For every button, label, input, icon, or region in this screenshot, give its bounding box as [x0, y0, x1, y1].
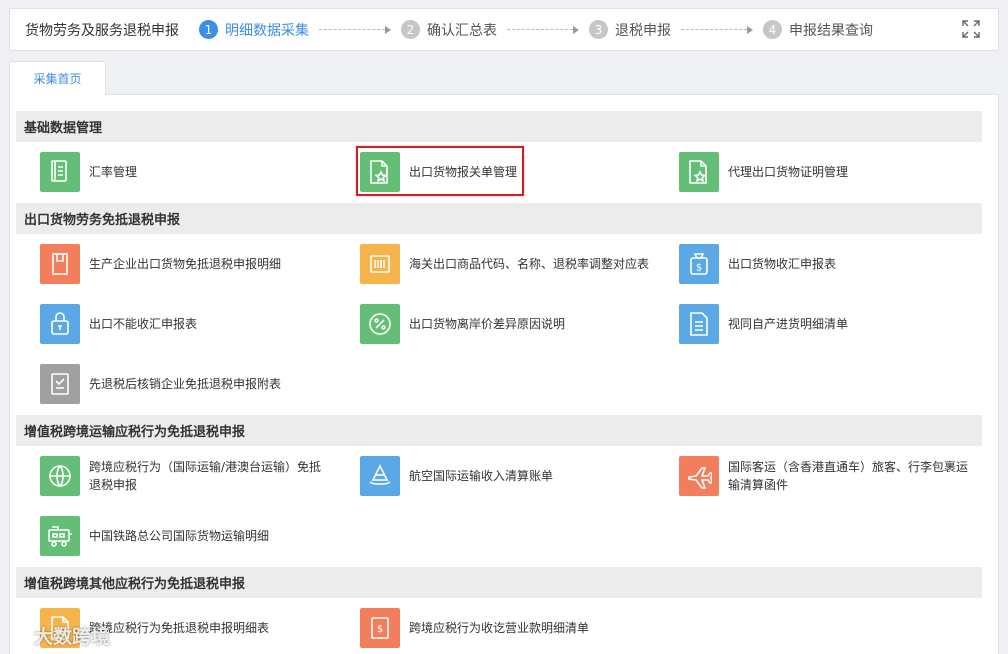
menu-item-label: 出口货物离岸价差异原因说明 [409, 317, 566, 331]
menu-item-label: 国际客运（含香港直通车）旅客、行李包裹运输清算函件 [728, 460, 969, 492]
step-arrow [319, 25, 391, 34]
step-1[interactable]: 1 明细数据采集 [199, 20, 309, 40]
section-header-basic-data: 基础数据管理 [16, 111, 982, 142]
document-star-icon [360, 152, 400, 192]
menu-item-label: 航空国际运输收入清算账单 [409, 469, 554, 483]
barcode-icon [360, 244, 400, 284]
document-star-icon [679, 152, 719, 192]
tab-collect-home[interactable]: 采集首页 [9, 61, 106, 95]
app-title: 货物劳务及服务退税申报 [25, 22, 179, 39]
step-number: 4 [763, 20, 782, 39]
menu-item-label: 先退税后核销企业免抵退税申报附表 [89, 377, 282, 391]
menu-item-refund-first-schedule[interactable]: 先退税后核销企业免抵退税申报附表 [40, 364, 330, 404]
menu-item-production-export-detail[interactable]: 生产企业出口货物免抵退税申报明细 [40, 244, 330, 284]
menu-item-label: 出口货物收汇申报表 [728, 257, 837, 271]
step-arrow [507, 25, 579, 34]
file-icon [40, 244, 80, 284]
step-arrow [681, 25, 753, 34]
menu-item-export-no-exchange[interactable]: 出口不能收汇申报表 [40, 304, 330, 344]
step-bar: 货物劳务及服务退税申报 1 明细数据采集 2 确认汇总表 3 退税申报 4 申报… [9, 8, 999, 51]
menu-item-international-transport[interactable]: 跨境应税行为（国际运输/港澳台运输）免抵退税申报 [40, 456, 330, 496]
lock-bag-icon [40, 304, 80, 344]
book-icon [40, 152, 80, 192]
menu-item-foreign-exchange-receipt[interactable]: $ 出口货物收汇申报表 [679, 244, 969, 284]
menu-item-label: 海关出口商品代码、名称、退税率调整对应表 [409, 257, 650, 271]
menu-item-cross-border-receipts[interactable]: $ 跨境应税行为收讫营业款明细清单 [360, 608, 650, 648]
watermark-logo-icon [10, 626, 28, 644]
menu-item-label: 代理出口货物证明管理 [728, 165, 849, 179]
menu-item-customs-declaration[interactable]: 出口货物报关单管理 [360, 152, 650, 192]
menu-item-agency-export-certificate[interactable]: 代理出口货物证明管理 [679, 152, 969, 192]
airplane-icon [679, 456, 719, 496]
menu-item-self-produced-purchase[interactable]: 视同自产进货明细清单 [679, 304, 969, 344]
dollar-bag-icon: $ [679, 244, 719, 284]
globe-icon [40, 456, 80, 496]
menu-item-label: 出口不能收汇申报表 [89, 317, 198, 331]
menu-item-label: 跨境应税行为（国际运输/港澳台运输）免抵退税申报 [89, 460, 322, 492]
clipboard-icon [40, 364, 80, 404]
percent-icon [360, 304, 400, 344]
menu-item-air-transport-settlement[interactable]: 航空国际运输收入清算账单 [360, 456, 650, 496]
menu-item-fob-difference[interactable]: 出口货物离岸价差异原因说明 [360, 304, 650, 344]
svg-text:$: $ [377, 624, 383, 635]
step-label: 申报结果查询 [789, 22, 873, 39]
menu-item-label: 跨境应税行为收讫营业款明细清单 [409, 621, 590, 635]
list-document-icon [679, 304, 719, 344]
step-number: 3 [589, 20, 608, 39]
step-3[interactable]: 3 退税申报 [589, 20, 671, 40]
train-icon [40, 516, 80, 556]
receipt-icon: $ [360, 608, 400, 648]
watermark: 大数跨境 [8, 618, 138, 652]
section-header-cross-border-transport: 增值税跨境运输应税行为免抵退税申报 [16, 415, 982, 446]
step-number: 2 [401, 20, 420, 39]
menu-item-label: 生产企业出口货物免抵退税申报明细 [89, 257, 282, 271]
menu-item-passenger-transport-settlement[interactable]: 国际客运（含香港直通车）旅客、行李包裹运输清算函件 [679, 456, 979, 496]
step-2[interactable]: 2 确认汇总表 [401, 20, 497, 40]
menu-item-label: 汇率管理 [89, 165, 138, 179]
step-label: 明细数据采集 [225, 22, 309, 39]
step-4[interactable]: 4 申报结果查询 [763, 20, 873, 40]
step-label: 确认汇总表 [427, 22, 497, 39]
section-header-cross-border-other: 增值税跨境其他应税行为免抵退税申报 [16, 567, 982, 598]
menu-item-railway-freight[interactable]: 中国铁路总公司国际货物运输明细 [40, 516, 330, 556]
ship-icon [360, 456, 400, 496]
menu-item-exchange-rate[interactable]: 汇率管理 [40, 152, 330, 192]
watermark-text: 大数跨境 [34, 625, 111, 648]
section-header-export-goods: 出口货物劳务免抵退税申报 [16, 203, 982, 234]
fullscreen-icon[interactable] [962, 20, 980, 38]
step-number: 1 [199, 20, 218, 39]
menu-item-label: 中国铁路总公司国际货物运输明细 [89, 529, 270, 543]
menu-item-label: 出口货物报关单管理 [409, 165, 518, 179]
menu-item-customs-code-adjust[interactable]: 海关出口商品代码、名称、退税率调整对应表 [360, 244, 660, 284]
menu-item-label: 视同自产进货明细清单 [728, 317, 849, 331]
svg-text:$: $ [696, 263, 702, 274]
step-label: 退税申报 [615, 22, 671, 39]
